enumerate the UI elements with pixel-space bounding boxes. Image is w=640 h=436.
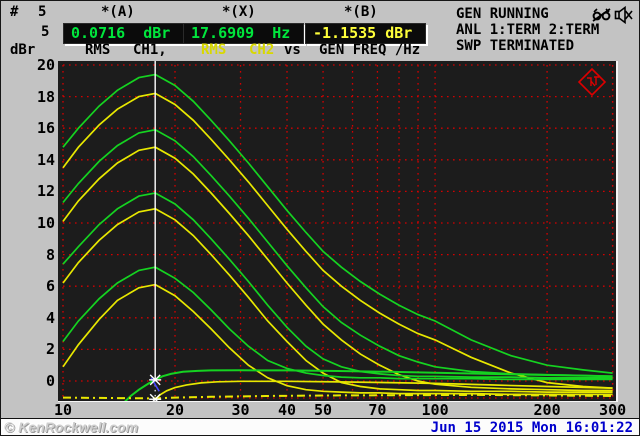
y-tick-label: 2: [5, 340, 55, 358]
y-tick-label: 8: [5, 246, 55, 264]
y-tick-label: 14: [5, 151, 55, 169]
ch1-label: CH1,: [133, 43, 167, 58]
headphones-muted-icon: [592, 6, 612, 24]
ch2-label: CH2: [249, 43, 274, 58]
readout-x-value[interactable]: 17.6909 Hz: [183, 23, 304, 44]
y-tick-label: 6: [5, 277, 55, 295]
x-tick-label: 20: [153, 402, 197, 419]
sweep-number: 5: [41, 25, 49, 40]
plot-area: [58, 61, 618, 402]
y-tick-label: 16: [5, 119, 55, 137]
run-number: 5: [38, 5, 46, 20]
y-tick-label: 12: [5, 182, 55, 200]
rs-logo-icon: [579, 69, 605, 95]
col-b-title: *(B): [344, 5, 378, 20]
trace-ch1-level-3: [63, 193, 613, 378]
x-tick-label: 50: [301, 402, 345, 419]
speaker-muted-icon: [614, 6, 634, 24]
y-tick-label: 10: [5, 214, 55, 232]
y-tick-label: 20: [5, 56, 55, 74]
vs-label: vs: [284, 43, 301, 58]
x-axis-source-label: GEN FREQ /Hz: [319, 43, 420, 58]
status-gen: GEN RUNNING: [456, 6, 549, 22]
trace-ch2-dashed-trace: [63, 395, 613, 399]
col-x-title: *(X): [222, 5, 256, 20]
ch2-rms-label: RMS: [201, 43, 226, 58]
status-swp: SWP TERMINATED: [456, 38, 574, 54]
y-tick-label: 0: [5, 372, 55, 390]
watermark-text: © KenRockwell.com: [4, 419, 138, 435]
readout-b-value[interactable]: -1.1535 dBr: [305, 23, 426, 44]
x-tick-label: 10: [41, 402, 85, 419]
x-tick-label: 100: [413, 402, 457, 419]
chart-canvas[interactable]: [58, 61, 616, 401]
run-hash-label: #: [10, 5, 18, 20]
x-tick-label: 300: [591, 402, 635, 419]
analyzer-screen: # 5 *(A) *(X) *(B) 5 0.0716 dBr 17.6909 …: [0, 0, 640, 436]
status-anl: ANL 1:TERM 2:TERM: [456, 22, 599, 38]
x-tick-label: 200: [525, 402, 569, 419]
col-a-title: *(A): [101, 5, 135, 20]
grid-lines: [63, 65, 613, 398]
datetime-display: Jun 15 2015 Mon 16:01:22: [431, 420, 633, 436]
trace-ch1-level-1: [63, 75, 613, 374]
y-tick-label: 4: [5, 309, 55, 327]
readout-a-value[interactable]: 0.0716 dBr: [63, 23, 184, 44]
trace-ch2-level-1: [63, 93, 613, 388]
x-tick-label: 30: [219, 402, 263, 419]
trace-ch1-level-2: [63, 130, 613, 376]
x-tick-label: 70: [355, 402, 399, 419]
trace-curves: [63, 75, 613, 402]
y-tick-label: 18: [5, 88, 55, 106]
ch1-rms-label: RMS: [85, 43, 110, 58]
